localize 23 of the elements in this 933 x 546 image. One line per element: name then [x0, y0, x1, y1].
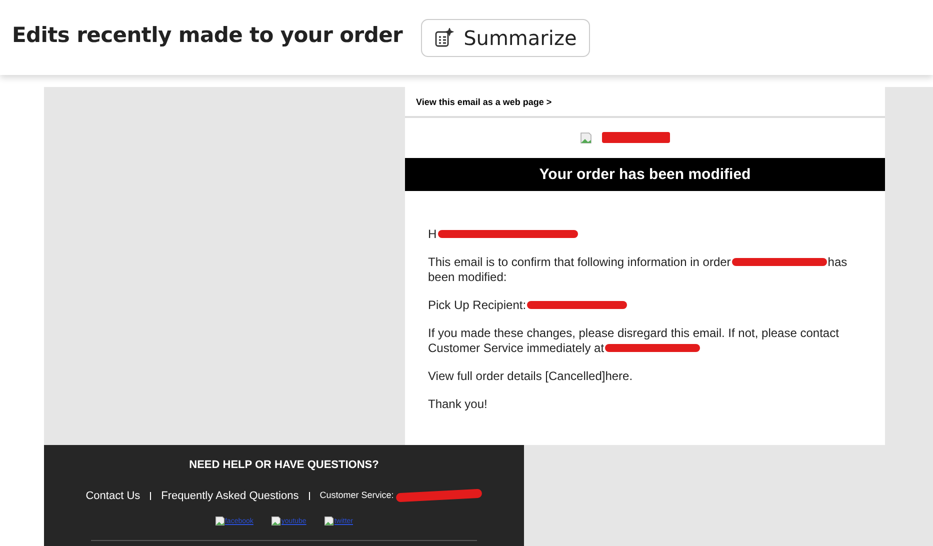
body-text: This email is to confirm that following information in order — [428, 254, 731, 268]
sparkle-document-icon — [434, 28, 454, 48]
banner-heading: Your order has been modified — [405, 158, 885, 190]
body-text: H — [428, 226, 437, 240]
footer-heading: NEED HELP OR HAVE QUESTIONS? — [189, 458, 379, 473]
redaction-mark — [602, 132, 670, 143]
footer-link[interactable]: Contact Us — [86, 488, 140, 504]
body-text: If you made these changes, please disregard this email. If not, please contact — [428, 326, 839, 340]
web-view-link[interactable]: View this email as a web page > — [405, 87, 563, 116]
body-text: Pick Up Recipient: — [428, 298, 526, 312]
body-text: View full order details [Cancelled]here. — [428, 368, 633, 382]
broken-image-icon — [580, 132, 592, 144]
broken-image-icon — [324, 516, 334, 526]
summarize-button[interactable]: Summarize — [420, 19, 590, 57]
broken-image-icon — [214, 516, 225, 526]
page-title: Edits recently made to your order — [12, 22, 403, 48]
customer-service-label: Customer Service: — [320, 489, 395, 502]
body-text: been modified: — [428, 270, 507, 284]
broken-image-icon — [271, 516, 282, 526]
footer-link[interactable]: Frequently Asked Questions — [161, 488, 299, 504]
body-text: Customer Service immediately at — [428, 340, 604, 354]
body-text: Thank you! — [428, 396, 488, 410]
body-text: has — [828, 254, 848, 268]
